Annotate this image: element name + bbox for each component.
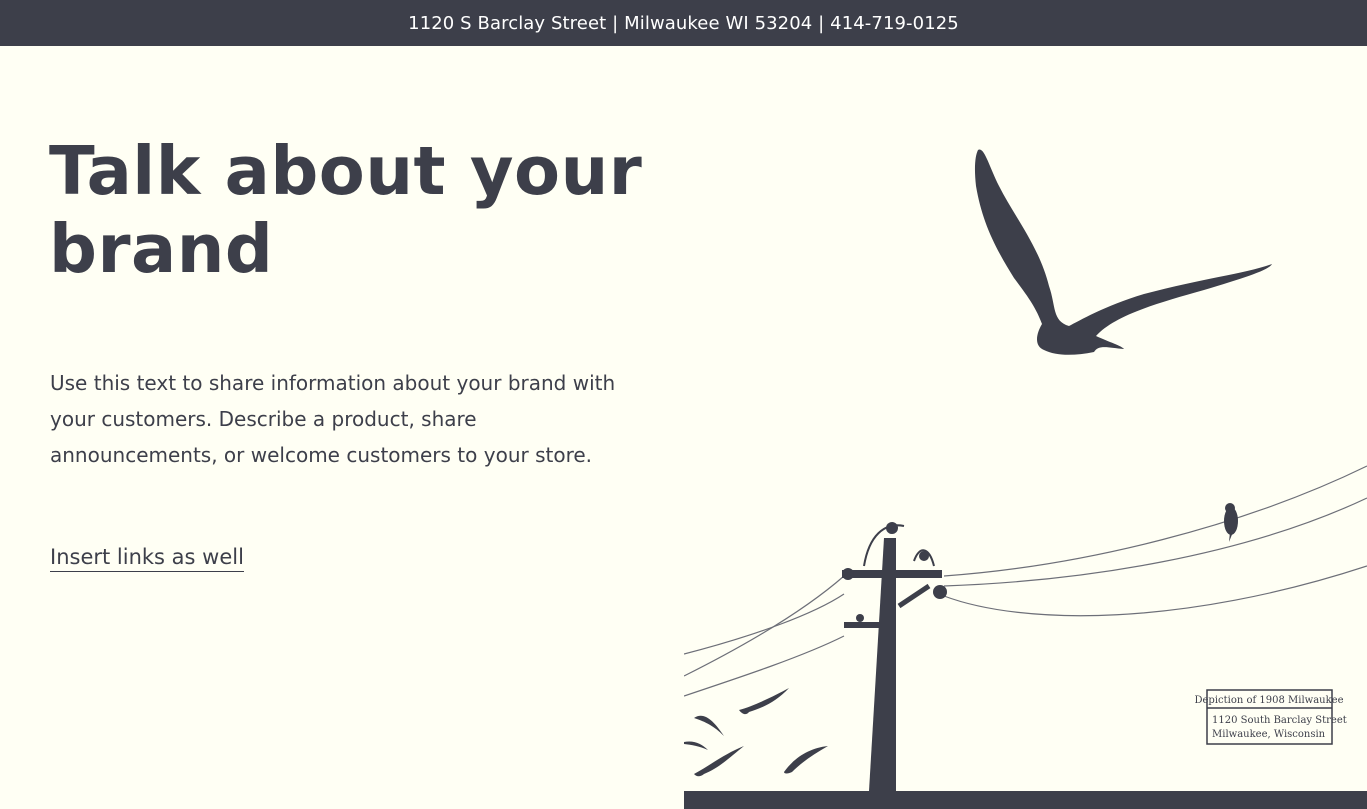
location-plaque: Depiction of 1908 Milwaukee 1120 South B… xyxy=(1194,689,1347,745)
hero-link[interactable]: Insert links as well xyxy=(50,543,244,572)
plaque-title: Depiction of 1908 Milwaukee xyxy=(1194,695,1343,706)
plaque-line-1: 1120 South Barclay Street xyxy=(1212,715,1347,726)
hero-title: Talk about your brand xyxy=(49,132,643,288)
hero-description: Use this text to share information about… xyxy=(50,371,616,467)
flying-bird xyxy=(974,149,1272,355)
announcement-text: 1120 S Barclay Street | Milwaukee WI 532… xyxy=(408,12,959,34)
announcement-bar: 1120 S Barclay Street | Milwaukee WI 532… xyxy=(0,0,1367,46)
hero-illustration: Depiction of 1908 Milwaukee 1120 South B… xyxy=(684,46,1367,809)
plaque-line-2: Milwaukee, Wisconsin xyxy=(1212,729,1326,740)
